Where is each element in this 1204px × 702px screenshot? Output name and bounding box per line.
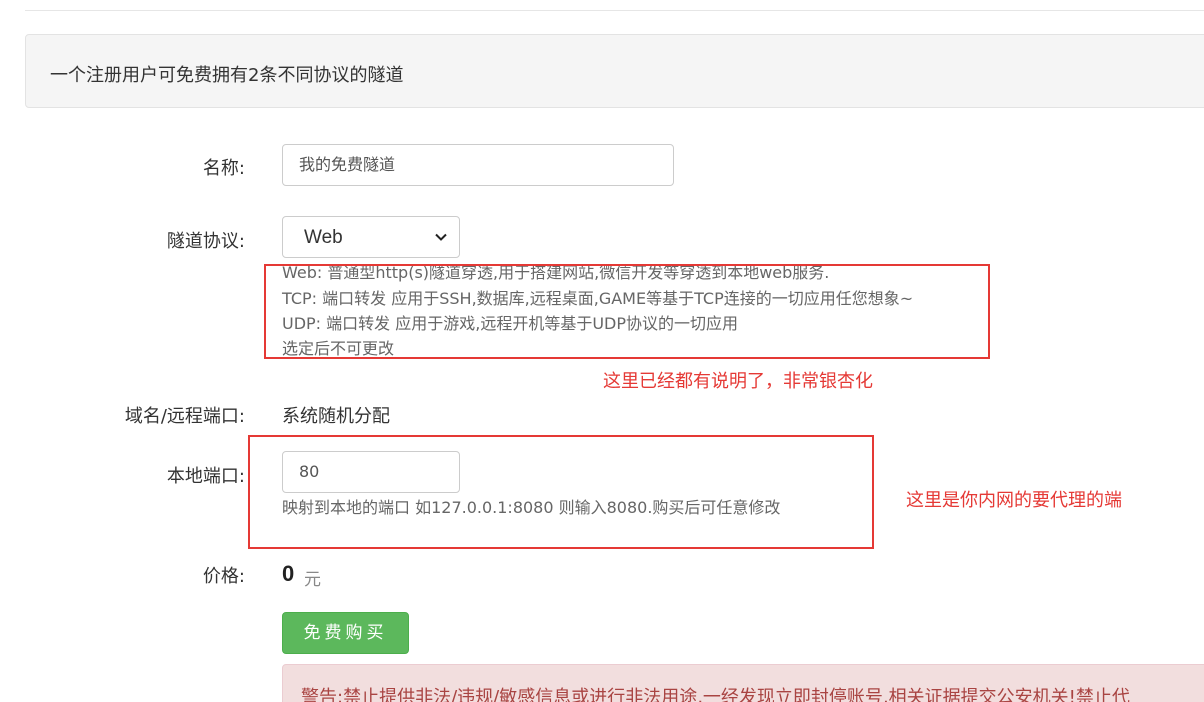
price-amount: 0	[282, 561, 295, 586]
protocol-select[interactable]: Web	[282, 216, 460, 258]
create-tunnel-page: 一个注册用户可免费拥有2条不同协议的隧道 名称: 我的免费隧道 隧道协议: We…	[0, 0, 1204, 702]
local-port-label: 本地端口:	[166, 466, 245, 487]
name-label: 名称:	[202, 158, 245, 179]
top-divider	[25, 10, 1204, 11]
info-notice: 一个注册用户可免费拥有2条不同协议的隧道	[25, 34, 1204, 108]
protocol-annotation-text: 这里已经都有说明了，非常银杏化	[603, 371, 873, 392]
port-annotation-text: 这里是你内网的要代理的端	[906, 490, 1122, 511]
chevron-down-icon	[435, 233, 447, 241]
protocol-selected-value: Web	[304, 227, 343, 248]
price-label: 价格:	[202, 566, 245, 587]
warning-alert: 警告:禁止提供非法/违规/敏感信息或进行非法用途,一经发现立即封停账号,相关证据…	[282, 664, 1204, 702]
protocol-annotation-box	[264, 264, 990, 359]
domain-label: 域名/远程端口:	[124, 406, 245, 427]
domain-value: 系统随机分配	[282, 406, 390, 427]
tunnel-name-input[interactable]: 我的免费隧道	[282, 144, 674, 186]
free-buy-button[interactable]: 免费购买	[282, 612, 409, 654]
notice-text: 一个注册用户可免费拥有2条不同协议的隧道	[50, 65, 404, 86]
protocol-label: 隧道协议:	[166, 231, 245, 252]
port-annotation-box	[248, 435, 874, 549]
price-unit: 元	[304, 570, 321, 590]
warning-text: 警告:禁止提供非法/违规/敏感信息或进行非法用途,一经发现立即封停账号,相关证据…	[301, 687, 1130, 702]
